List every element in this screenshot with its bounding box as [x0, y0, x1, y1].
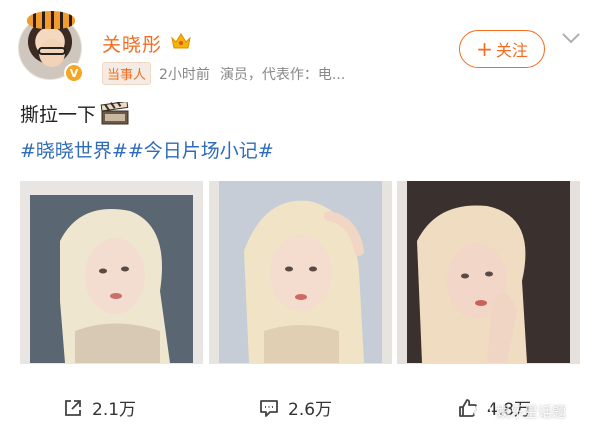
share-button[interactable]: 2.1万 — [62, 395, 136, 420]
hashtag-row: #晓晓世界# #今日片场小记# — [20, 136, 274, 163]
comment-icon — [260, 399, 278, 417]
post-body: 撕拉一下 — [20, 104, 97, 126]
watermark: 娱乐星话题 — [474, 402, 566, 422]
hashtag-link[interactable]: #晓晓世界# — [20, 136, 128, 163]
post-photo-3[interactable] — [397, 181, 580, 364]
tiger-hat — [27, 11, 75, 29]
user-description: 演员，代表作：电... — [219, 66, 346, 83]
chevron-down-icon[interactable] — [561, 31, 581, 45]
avatar-glasses — [38, 47, 66, 55]
username[interactable]: 关晓彤 — [102, 30, 162, 57]
plus-icon: + — [476, 37, 493, 61]
post-time: 2小时前 — [159, 66, 210, 83]
share-count: 2.1万 — [92, 400, 137, 420]
crown-icon — [171, 33, 191, 49]
post-photo-1[interactable] — [20, 181, 203, 364]
post-photo-2[interactable] — [209, 181, 392, 364]
follow-button[interactable]: + 关注 — [459, 30, 545, 68]
clapperboard-icon — [100, 101, 129, 124]
post-text: 撕拉一下 — [20, 100, 130, 127]
verified-v-icon: V — [64, 63, 84, 83]
role-tag: 当事人 — [102, 62, 152, 85]
watermark-logo-icon — [474, 403, 492, 421]
post-meta: 当事人 2小时前 演员，代表作：电... — [102, 62, 345, 85]
watermark-text: 娱乐星话题 — [496, 405, 566, 421]
comment-count: 2.6万 — [288, 400, 333, 420]
share-icon — [65, 399, 81, 416]
follow-label: 关注 — [495, 41, 528, 60]
hashtag-link[interactable]: #今日片场小记# — [128, 136, 274, 163]
comment-button[interactable]: 2.6万 — [258, 395, 332, 420]
